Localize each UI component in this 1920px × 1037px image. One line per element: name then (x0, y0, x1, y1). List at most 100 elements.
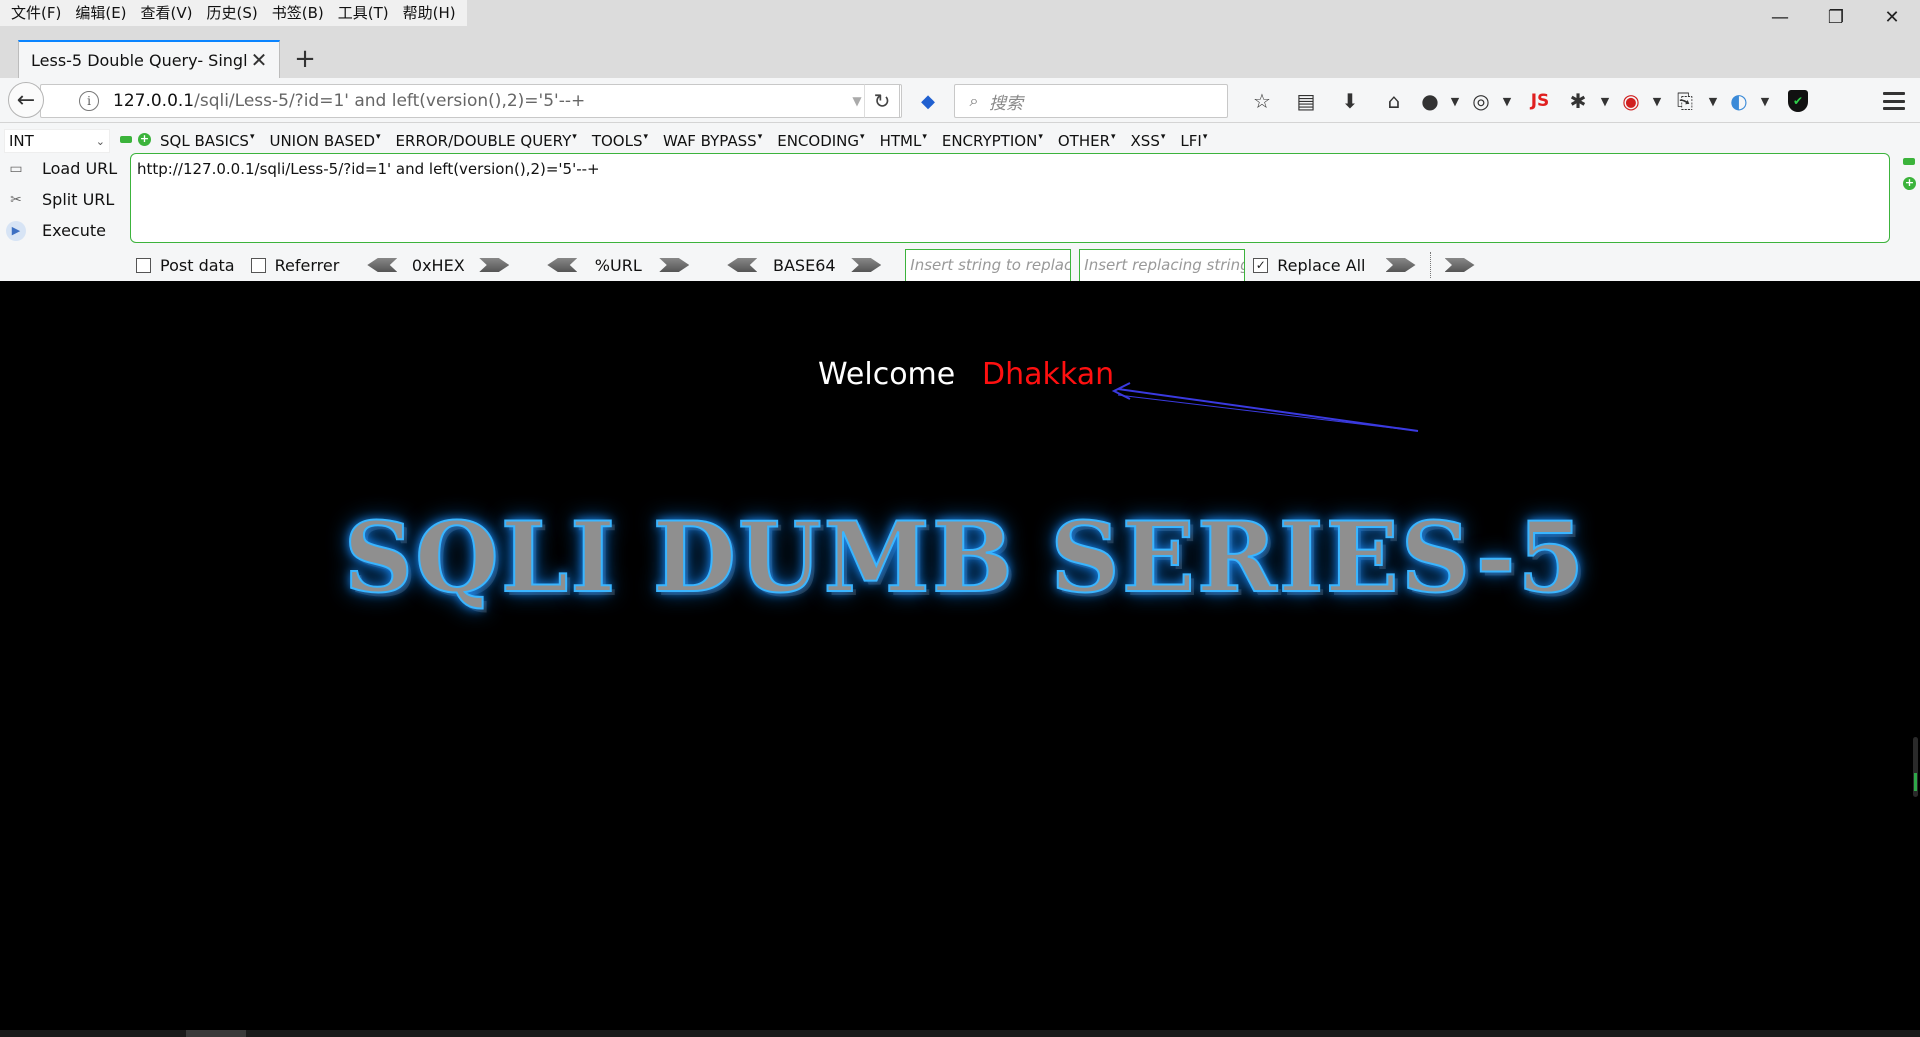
palette-dropdown-icon[interactable]: ▼ (1496, 84, 1518, 118)
translate-icon[interactable]: ◐ (1724, 84, 1754, 118)
referrer-label: Referrer (274, 255, 340, 275)
plus-icon[interactable]: + (138, 133, 151, 146)
grow-icon[interactable]: + (1903, 177, 1916, 190)
hex-encode-arrow-icon[interactable] (479, 258, 510, 272)
hackbar-menu-waf-bypass[interactable]: WAF BYPASS▾ (663, 132, 762, 150)
shield-check-icon: ✔ (1788, 90, 1808, 112)
extension-icon[interactable]: ◆ (912, 88, 944, 114)
bug-dropdown-icon[interactable]: ▼ (1594, 84, 1616, 118)
divider (1429, 252, 1431, 278)
back-button[interactable]: ← (8, 82, 44, 118)
palette-icon[interactable]: ◎ (1466, 84, 1496, 118)
url-decode-arrow-icon[interactable] (547, 258, 578, 272)
translate-dropdown-icon[interactable]: ▼ (1754, 84, 1776, 118)
base64-encode-arrow-icon[interactable] (851, 258, 882, 272)
toolbar-icons: ☆ ▤ ⬇ ⌂ ● ▼ ◎ ▼ JS ✱ ▼ ◉ ▼ ⎘ ▼ ◐ ▼ ✔ (1240, 84, 1820, 118)
hackbar-menu-error-double-query[interactable]: ERROR/DOUBLE QUERY▾ (396, 132, 577, 150)
horizontal-scroll-thumb[interactable] (186, 1030, 246, 1037)
type-select-value: INT (9, 132, 34, 150)
shrink-icon[interactable] (1903, 158, 1915, 165)
menu-history[interactable]: 历史(S) (200, 0, 265, 26)
vertical-scrollbar[interactable] (1913, 737, 1918, 797)
download-icon[interactable]: ⬇ (1328, 84, 1372, 118)
hackbar-menu-label: UNION BASED (269, 132, 376, 150)
home-icon[interactable]: ⌂ (1372, 84, 1416, 118)
hackbar-menu-encoding[interactable]: ENCODING▾ (777, 132, 864, 150)
reload-button[interactable]: ↻ (864, 84, 900, 118)
hackbar-menu-lfi[interactable]: LFI▾ (1180, 132, 1207, 150)
hackbar-menu-other[interactable]: OTHER▾ (1058, 132, 1116, 150)
tab-active[interactable]: Less-5 Double Query- Singl... ✕ (18, 40, 280, 78)
hackbar-menu-union-based[interactable]: UNION BASED▾ (269, 132, 380, 150)
hackbar-menu-label: ENCODING (777, 132, 860, 150)
hackbar-url-textarea[interactable]: http://127.0.0.1/sqli/Less-5/?id=1' and … (130, 153, 1890, 243)
post-data-checkbox[interactable]: Post data (136, 256, 235, 275)
search-placeholder: 搜索 (989, 93, 1023, 114)
menu-view[interactable]: 查看(V) (134, 0, 200, 26)
shield-icon[interactable]: ✔ (1776, 84, 1820, 118)
search-bar[interactable]: ⌕ 搜索 (954, 84, 1228, 118)
menu-help[interactable]: 帮助(H) (396, 0, 463, 26)
menu-edit[interactable]: 编辑(E) (68, 0, 133, 26)
replace-right-arrow-icon[interactable] (1444, 258, 1475, 272)
hamburger-menu-icon[interactable] (1880, 88, 1908, 114)
hex-decode-arrow-icon[interactable] (367, 258, 398, 272)
referrer-box (250, 257, 266, 273)
hackbar-actions: ▭ Load URL ✂ Split URL ▶ Execute (0, 153, 125, 246)
hackbar-menu-label: ERROR/DOUBLE QUERY (395, 132, 572, 150)
menu-file[interactable]: 文件(F) (4, 0, 68, 26)
hackbar-menu-sql-basics[interactable]: SQL BASICS▾ (160, 132, 254, 150)
post-data-box (136, 257, 151, 273)
tab-close-icon[interactable]: ✕ (249, 48, 269, 72)
hackbar-menu-label: XSS (1130, 132, 1160, 150)
execute-button[interactable]: ▶ Execute (0, 215, 125, 246)
reading-list-icon[interactable]: ▤ (1284, 84, 1328, 118)
type-select[interactable]: INT ⌄ (4, 129, 110, 153)
horizontal-scrollbar[interactable] (0, 1030, 1920, 1037)
tab-title: Less-5 Double Query- Singl... (31, 50, 249, 70)
load-url-button[interactable]: ▭ Load URL (0, 153, 125, 184)
bookmark-star-icon[interactable]: ☆ (1240, 84, 1284, 118)
split-url-button[interactable]: ✂ Split URL (0, 184, 125, 215)
hackbar-menu-encryption[interactable]: ENCRYPTION▾ (942, 132, 1043, 150)
url-bar[interactable]: i 127.0.0.1/sqli/Less-5/?id=1' and left(… (40, 84, 902, 118)
hackbar-menu-label: WAF BYPASS (663, 132, 757, 150)
share-dropdown-icon[interactable]: ▼ (1702, 84, 1724, 118)
replace-all-checkbox[interactable]: ✓ Replace All (1253, 255, 1366, 275)
play-icon: ▶ (6, 220, 26, 241)
hackbar-menu-label: LFI (1180, 132, 1202, 150)
split-url-label: Split URL (42, 190, 115, 209)
url-text[interactable]: 127.0.0.1/sqli/Less-5/?id=1' and left(ve… (113, 91, 847, 111)
target-dropdown-icon[interactable]: ▼ (1646, 84, 1668, 118)
replace-string-input[interactable]: Insert string to replace (905, 248, 1072, 282)
base64-decode-arrow-icon[interactable] (727, 258, 758, 272)
url-encoding-label: %URL (594, 255, 642, 275)
minus-icon[interactable] (120, 136, 132, 143)
hackbar-menu-html[interactable]: HTML▾ (880, 132, 927, 150)
globe-dropdown-icon[interactable]: ▼ (1444, 84, 1466, 118)
js-toggle-icon[interactable]: JS (1518, 84, 1562, 118)
referrer-checkbox[interactable]: Referrer (250, 255, 340, 275)
info-icon[interactable]: i (79, 91, 99, 111)
replacing-string-input[interactable]: Insert replacing string (1079, 248, 1246, 282)
new-tab-button[interactable]: + (290, 44, 320, 74)
globe-icon[interactable]: ● (1416, 84, 1444, 118)
hackbar-menu-xss[interactable]: XSS▾ (1131, 132, 1166, 150)
hackbar-menu-tools[interactable]: TOOLS▾ (592, 132, 648, 150)
bug-icon[interactable]: ✱ (1562, 84, 1594, 118)
url-encode-arrow-icon[interactable] (659, 258, 690, 272)
replace-left-arrow-icon[interactable] (1385, 258, 1416, 272)
replace-all-label: Replace All (1277, 255, 1366, 275)
menu-bookmarks[interactable]: 书签(B) (265, 0, 331, 26)
textarea-size-controls: + (1903, 158, 1916, 190)
execute-label: Execute (42, 221, 106, 240)
username-text: Dhakkan (982, 357, 1115, 392)
hackbar-menus: SQL BASICS▾ UNION BASED▾ ERROR/DOUBLE QU… (160, 129, 1222, 153)
share-icon[interactable]: ⎘ (1668, 84, 1702, 118)
target-icon[interactable]: ◉ (1616, 84, 1646, 118)
url-host: 127.0.0.1 (113, 91, 195, 111)
url-path: /sqli/Less-5/?id=1' and left(version(),2… (194, 91, 586, 111)
replace-all-check-icon: ✓ (1253, 257, 1269, 273)
base64-label: BASE64 (773, 255, 836, 275)
menu-tools[interactable]: 工具(T) (331, 0, 396, 26)
